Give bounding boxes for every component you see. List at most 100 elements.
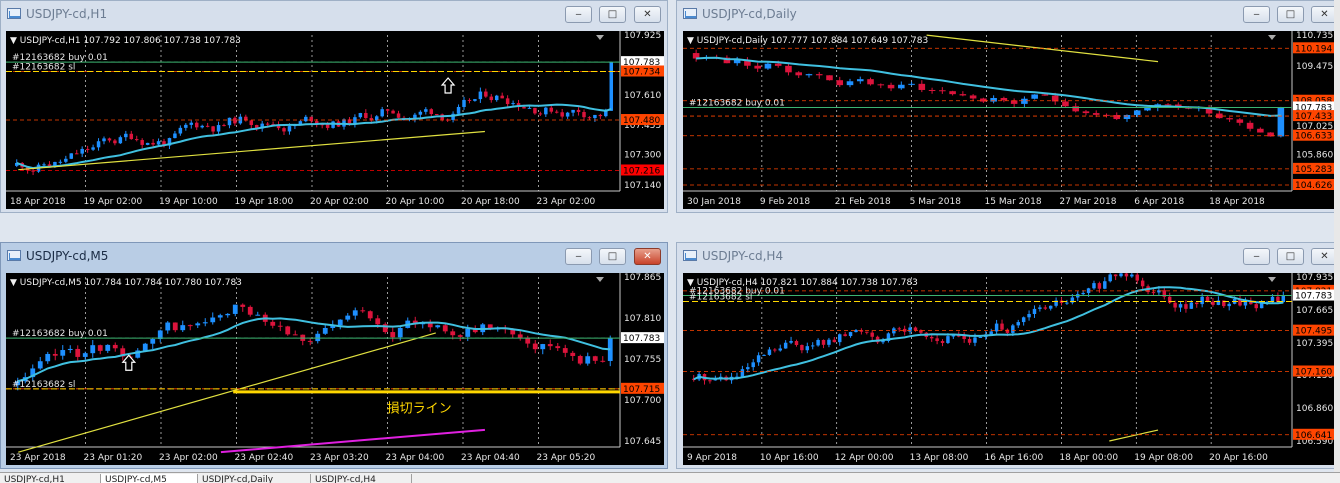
close-button[interactable]: ✕ xyxy=(634,248,661,265)
candle-body xyxy=(285,326,291,335)
window-title: USDJPY-cd,Daily xyxy=(702,7,797,21)
close-button[interactable]: ✕ xyxy=(634,6,661,23)
candle-body xyxy=(989,331,993,335)
price-label: 107.140 xyxy=(624,181,661,191)
price-label: 107.810 xyxy=(624,314,661,324)
chart-window-m5[interactable]: USDJPY-cd,M5 ‒ □ ✕ 23 Apr 2018 23 Apr 01:… xyxy=(0,242,668,469)
time-label: 20 Apr 02:00 xyxy=(310,197,369,207)
candle-body xyxy=(75,348,81,357)
time-label: 23 Apr 02:40 xyxy=(235,453,294,463)
order-label: #12163682 sl xyxy=(689,293,752,303)
price-label: 105.860 xyxy=(1296,151,1333,161)
candle-body xyxy=(424,109,428,112)
candle-body xyxy=(959,94,967,96)
candle-body xyxy=(435,325,441,328)
candle-body xyxy=(1000,323,1004,330)
candle-body xyxy=(540,344,546,350)
candle-body xyxy=(560,112,564,117)
candle-body xyxy=(946,336,950,343)
candle-body xyxy=(1027,314,1031,318)
title-bar[interactable]: USDJPY-cd,H1 ‒ □ ✕ xyxy=(1,1,667,28)
candle-body xyxy=(187,325,193,327)
time-label: 23 Apr 02:00 xyxy=(537,197,596,207)
candle-body xyxy=(929,336,934,339)
candle-body xyxy=(754,65,761,69)
candle-body xyxy=(908,83,915,85)
minimize-button[interactable]: ‒ xyxy=(1243,248,1270,265)
candle-body xyxy=(396,113,401,118)
minimize-button[interactable]: ‒ xyxy=(565,248,592,265)
chart-shift-icon xyxy=(1268,35,1276,40)
price-chart[interactable]: 23 Apr 2018 23 Apr 01:20 23 Apr 02:00 23 Ap… xyxy=(6,273,664,465)
candle-body xyxy=(1133,110,1141,115)
candle-body xyxy=(232,304,238,314)
candle-body xyxy=(969,95,977,99)
maximize-button[interactable]: □ xyxy=(1277,248,1304,265)
time-label: 9 Feb 2018 xyxy=(760,197,811,207)
entry-arrow-icon xyxy=(440,77,456,94)
candle-body xyxy=(598,114,603,117)
candle-body xyxy=(277,325,283,327)
candle-body xyxy=(489,96,494,101)
candle-body xyxy=(113,140,117,144)
candle-body xyxy=(287,126,292,132)
candle-body xyxy=(227,117,232,126)
maximize-button[interactable]: □ xyxy=(1277,6,1304,23)
candle-body xyxy=(1254,304,1258,309)
price-tag: 107.433 xyxy=(1295,112,1332,122)
title-bar[interactable]: USDJPY-cd,M5 ‒ □ ✕ xyxy=(1,243,667,270)
price-chart[interactable]: 9 Apr 2018 10 Apr 16:00 12 Apr 00:00 13 Apr… xyxy=(683,273,1336,465)
chart-shift-icon xyxy=(1268,277,1276,282)
candle-body xyxy=(810,345,815,347)
candle-body xyxy=(315,333,321,342)
candle-body xyxy=(1211,301,1215,305)
candle-body xyxy=(462,99,466,107)
vertical-scrollbar[interactable] xyxy=(1334,0,1340,472)
maximize-button[interactable]: □ xyxy=(599,248,626,265)
candle-body xyxy=(592,356,598,361)
candle-body xyxy=(1081,292,1085,295)
time-label: 23 Apr 04:00 xyxy=(386,453,445,463)
candle-body xyxy=(211,126,215,132)
candle-body xyxy=(1092,113,1100,115)
chart-window-icon xyxy=(683,250,697,261)
chart-window-h1[interactable]: USDJPY-cd,H1 ‒ □ ✕ 18 Apr 2018 19 Apr 02:… xyxy=(0,0,668,213)
minimize-button[interactable]: ‒ xyxy=(1243,6,1270,23)
candle-body xyxy=(1200,296,1204,305)
candle-body xyxy=(467,99,472,101)
candle-body xyxy=(390,332,396,338)
minimize-button[interactable]: ‒ xyxy=(565,6,592,23)
candle-body xyxy=(1119,273,1123,277)
candle-body xyxy=(52,353,58,356)
order-label: #12163682 buy 0.01 xyxy=(689,98,785,108)
candle-body xyxy=(800,345,804,351)
candle-body xyxy=(360,310,366,312)
maximize-button[interactable]: □ xyxy=(599,6,626,23)
chart-window-h4[interactable]: USDJPY-cd,H4 ‒ □ ✕ 9 Apr 2018 10 Apr 16:0… xyxy=(676,242,1340,469)
candle-body xyxy=(1041,94,1049,96)
candle-body xyxy=(565,112,570,117)
candle-body xyxy=(527,107,532,109)
candle-body xyxy=(391,110,395,114)
candle-body xyxy=(865,331,869,333)
title-bar[interactable]: USDJPY-cd,H4 ‒ □ ✕ xyxy=(677,243,1339,270)
chart-window-daily[interactable]: USDJPY-cd,Daily ‒ □ ✕ 30 Jan 2018 9 Feb 2… xyxy=(676,0,1340,213)
price-chart[interactable]: 30 Jan 2018 9 Feb 2018 21 Feb 2018 5 Mar 20… xyxy=(683,31,1336,209)
candle-body xyxy=(64,158,68,162)
candle-body xyxy=(367,311,373,319)
candle-body xyxy=(450,331,456,336)
candle-body xyxy=(951,335,956,337)
price-chart[interactable]: 18 Apr 2018 19 Apr 02:00 19 Apr 10:00 19 Ap… xyxy=(6,31,664,209)
candle-body xyxy=(222,125,226,127)
candle-body xyxy=(600,360,606,362)
candle-body xyxy=(1164,104,1172,106)
candle-body xyxy=(165,322,171,331)
candle-body xyxy=(549,107,554,112)
chart-shift-icon xyxy=(596,277,604,282)
candle-body xyxy=(1226,118,1233,120)
price-label: 107.935 xyxy=(1296,273,1333,283)
candle-body xyxy=(816,339,820,346)
title-bar[interactable]: USDJPY-cd,Daily ‒ □ ✕ xyxy=(677,1,1339,28)
price-tag: 107.715 xyxy=(623,385,660,395)
candle-body xyxy=(102,138,106,142)
